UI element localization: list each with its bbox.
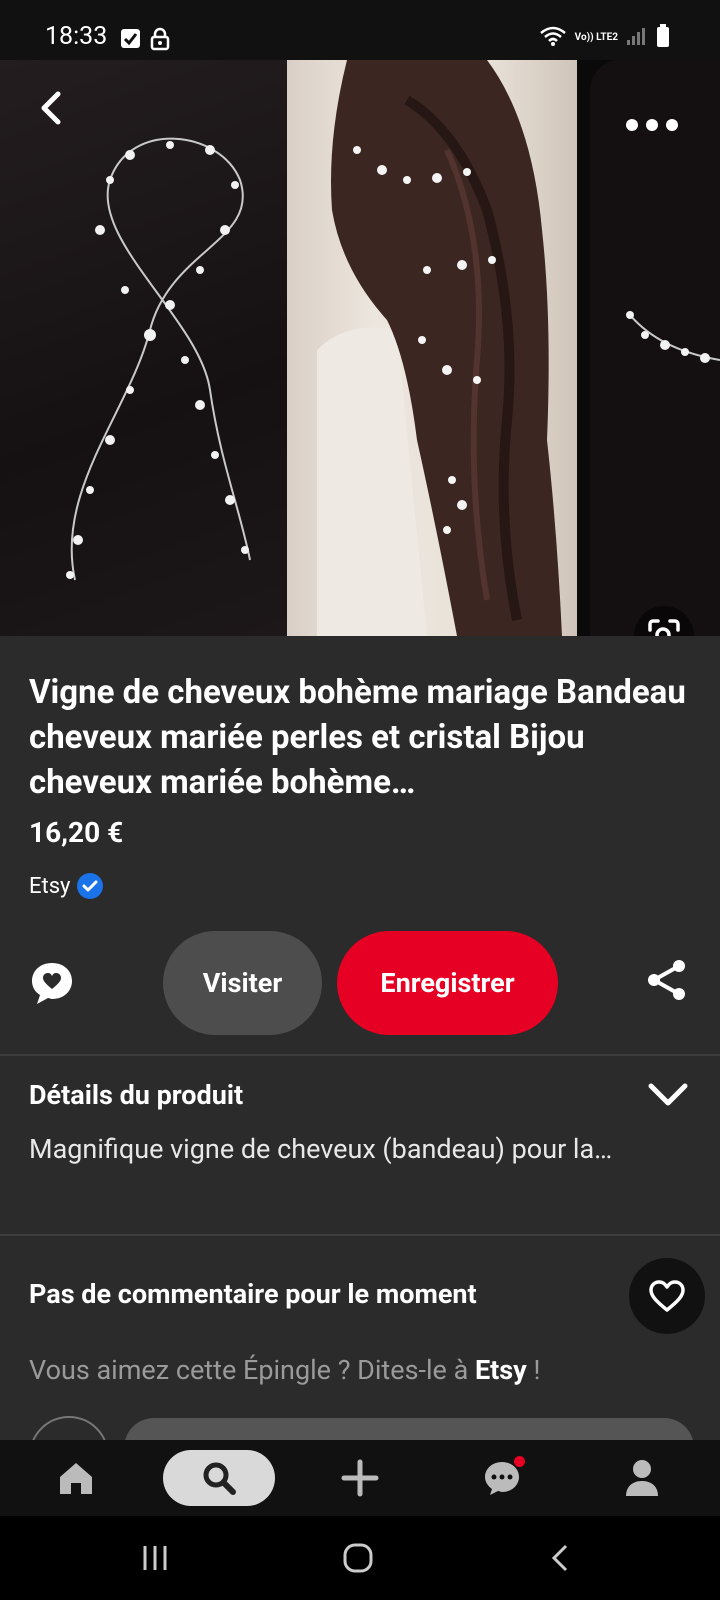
status-time: 18:33 [45,22,108,51]
status-bar: 18:33 Vo)) LTE2 [0,0,720,60]
nav-home[interactable] [50,1440,102,1516]
back-icon [551,1544,568,1572]
back-button[interactable] [32,88,72,128]
pin-details-panel: Vigne de cheveux bohème mariage Bandeau … [0,636,720,1496]
expand-details-button[interactable] [646,1080,690,1110]
bottom-navigation [0,1440,720,1516]
divider [0,1054,720,1056]
product-title: Vigne de cheveux bohème mariage Bandeau … [29,673,686,802]
next-product-image [590,60,720,636]
search-icon [203,1462,236,1495]
comment-prompt-text: Vous aimez cette Épingle ? Dites-le à [29,1354,475,1386]
lock-icon [150,27,170,55]
checkbox-notification-icon [121,29,140,48]
seller-name: Etsy [29,873,71,899]
comments-title: Pas de commentaire pour le moment [29,1278,477,1310]
system-navigation-bar [0,1516,720,1600]
status-icons: Vo)) LTE2 [539,24,670,52]
wifi-icon [539,25,567,51]
product-image-carousel[interactable] [0,60,720,636]
nav-messages[interactable] [480,1440,524,1516]
product-price: 16,20 € [29,816,124,849]
like-button[interactable] [629,1258,705,1334]
comment-prompt-end: ! [526,1354,541,1386]
save-button[interactable]: Enregistrer [337,931,558,1035]
home-button-icon [343,1543,373,1573]
product-details-summary: Magnifique vigne de cheveux (bandeau) po… [29,1133,613,1165]
system-back-button[interactable] [536,1516,586,1600]
share-button[interactable] [645,958,689,1002]
profile-icon [626,1460,658,1496]
comment-button[interactable] [27,958,77,1008]
product-details-title: Détails du produit [29,1079,244,1111]
recents-icon [143,1546,167,1570]
network-type-label: Vo)) LTE2 [574,32,618,43]
comment-prompt-brand[interactable]: Etsy [475,1354,527,1386]
visual-search-button[interactable] [634,606,694,636]
comment-prompt: Vous aimez cette Épingle ? Dites-le à Et… [29,1354,540,1386]
recents-button[interactable] [130,1516,180,1600]
notification-dot [514,1456,525,1467]
nav-search[interactable] [163,1450,275,1506]
more-options-button[interactable] [622,110,682,140]
home-icon [60,1463,92,1494]
hair-vine-product-image [0,60,287,636]
seller-link[interactable]: Etsy [29,872,104,900]
bride-hairstyle-image [287,60,577,636]
visit-button[interactable]: Visiter [163,931,322,1035]
nav-profile[interactable] [622,1440,662,1516]
divider [0,1234,720,1236]
battery-icon [656,24,670,52]
nav-create[interactable] [338,1440,382,1516]
signal-icon [626,26,648,50]
create-plus-icon [341,1459,379,1497]
verified-badge-icon [76,872,104,900]
system-home-button[interactable] [333,1516,383,1600]
